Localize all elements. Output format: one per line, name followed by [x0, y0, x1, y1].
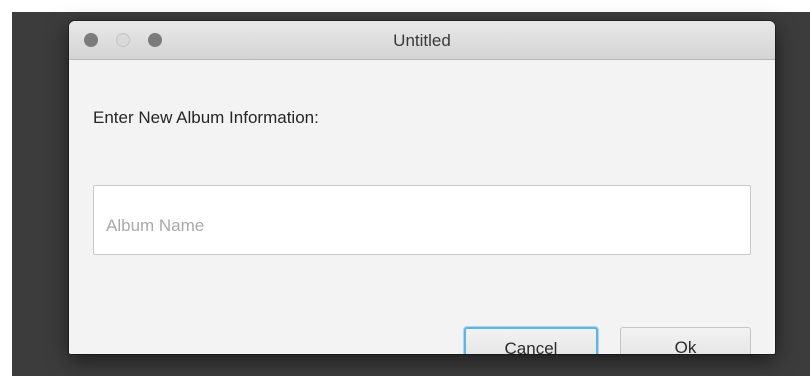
album-name-input[interactable] [93, 185, 751, 255]
cancel-button[interactable]: Cancel [464, 327, 598, 354]
ok-button[interactable]: Ok [620, 327, 751, 354]
dialog-window: Untitled Enter New Album Information: Ca… [69, 21, 775, 354]
window-title: Untitled [393, 31, 451, 50]
prompt-label: Enter New Album Information: [93, 108, 319, 127]
dialog-content: Enter New Album Information: Cancel Ok [69, 60, 775, 354]
title-bar[interactable]: Untitled [69, 21, 775, 60]
